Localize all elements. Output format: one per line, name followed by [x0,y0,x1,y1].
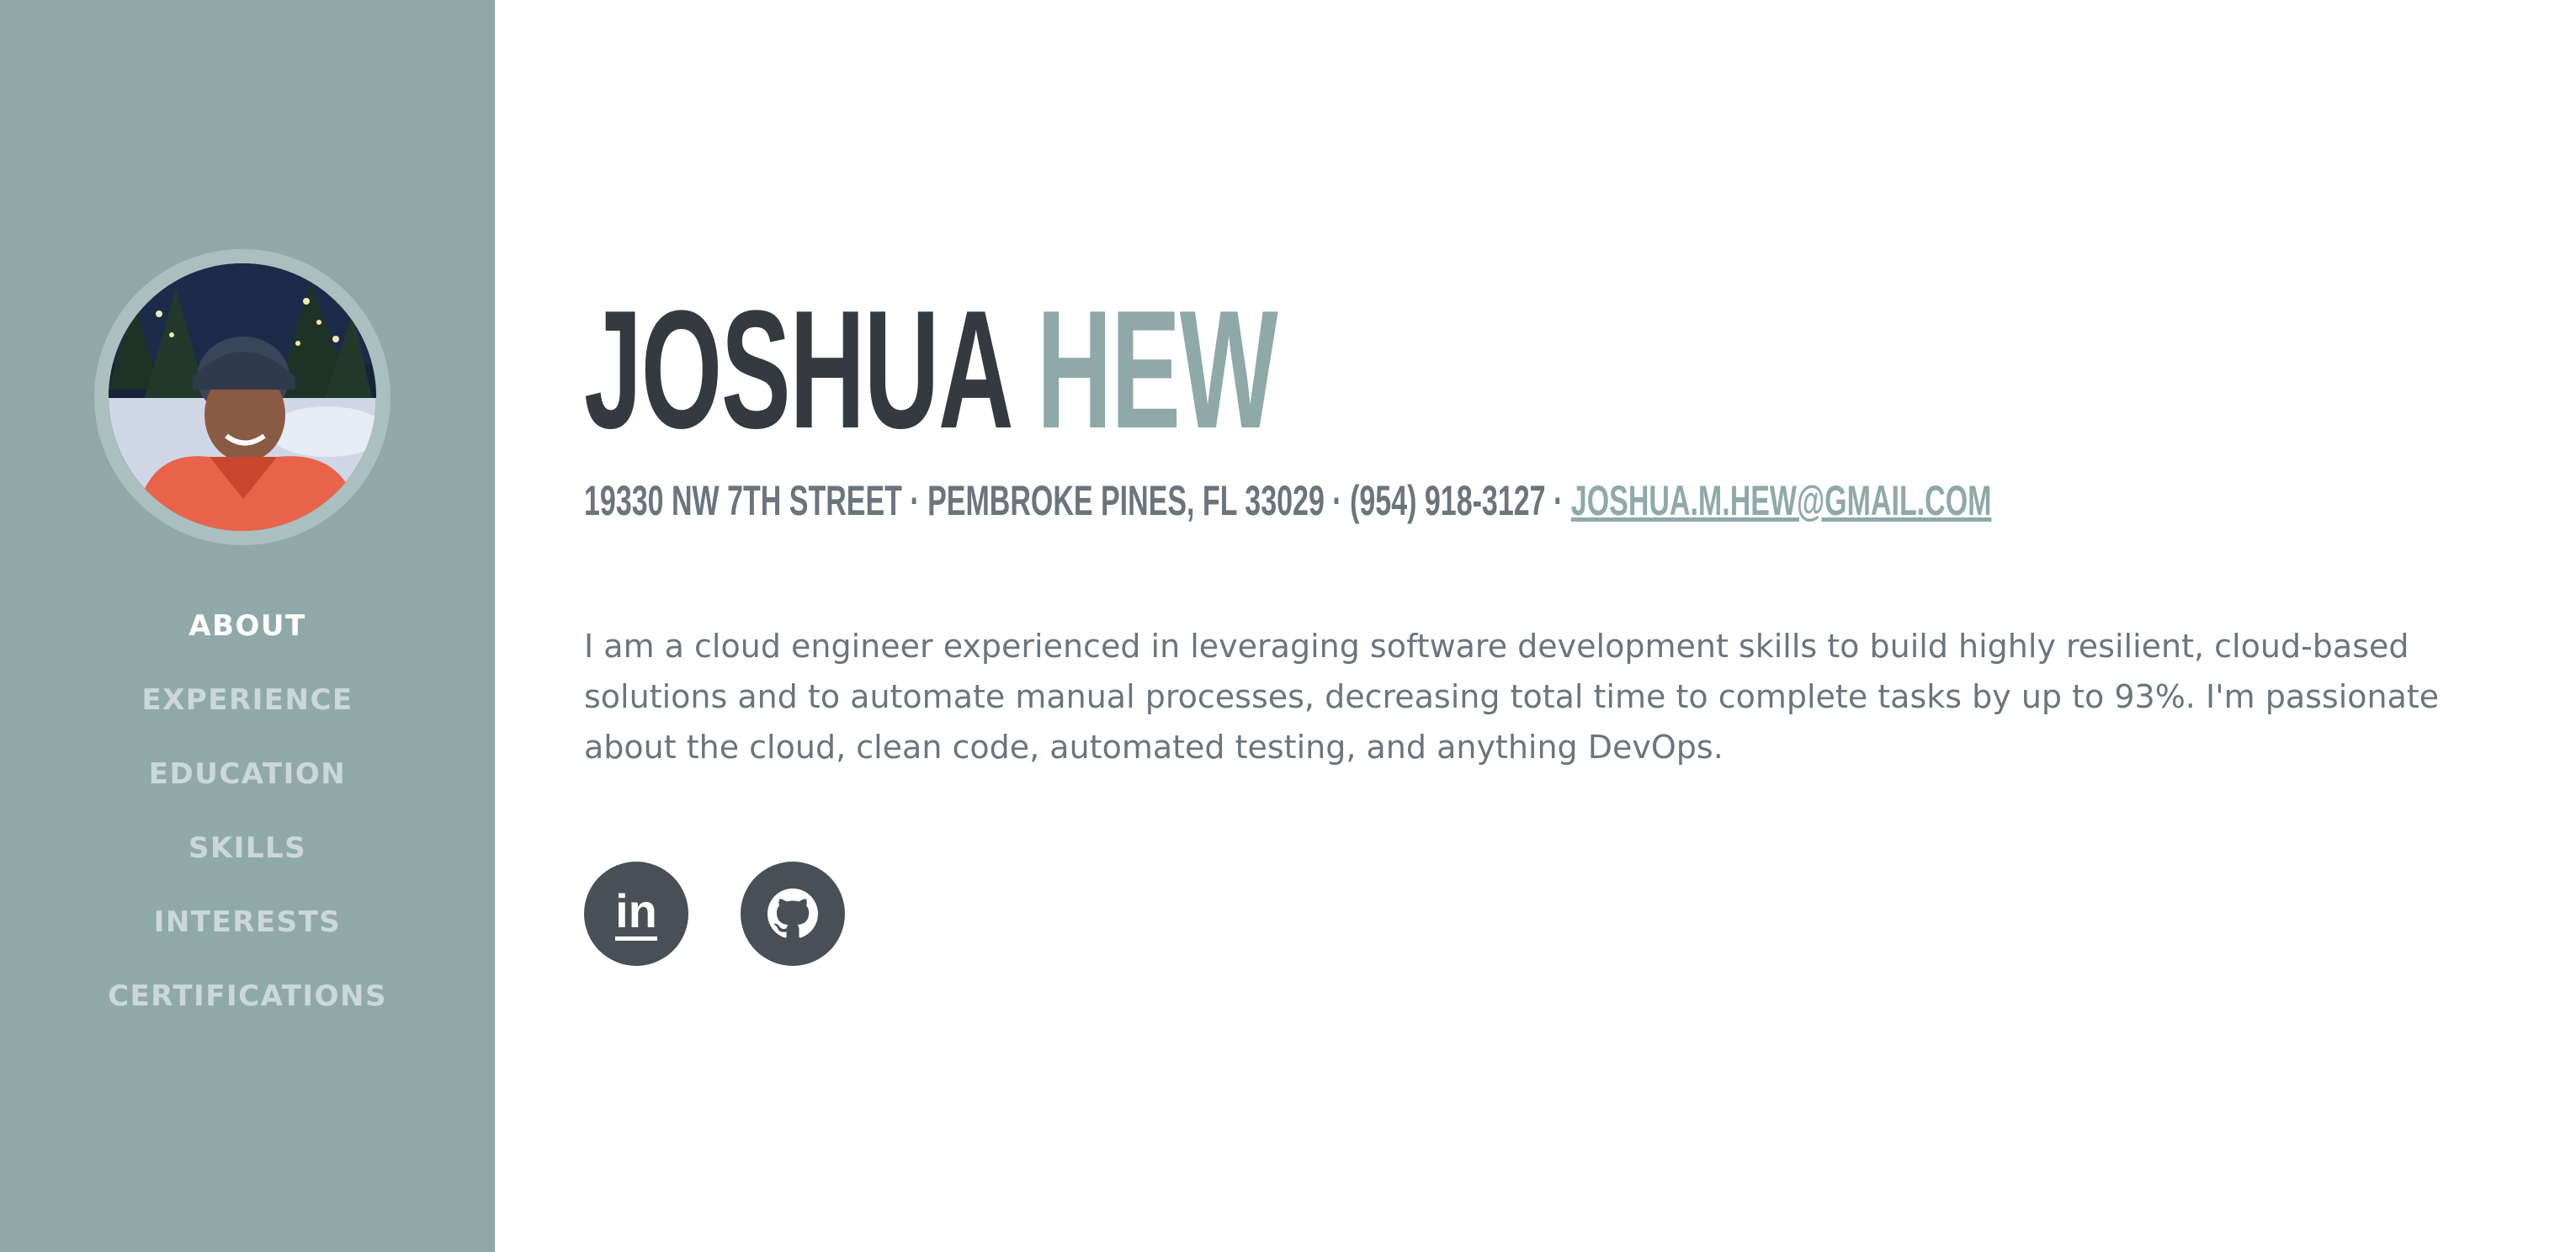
nav-link-about[interactable]: About [189,609,305,643]
first-name: JOSHUA [584,276,1010,464]
nav-link-interests[interactable]: Interests [154,905,342,939]
about-section: JOSHUA HEW 19330 NW 7th Street · Pembrok… [584,0,2520,1252]
page-title: JOSHUA HEW [584,286,1278,454]
last-name: HEW [1036,276,1278,464]
nav-link-experience[interactable]: Experience [141,683,353,717]
social-icons: in [584,862,845,966]
nav-item-experience: Experience [0,663,495,737]
nav-link-skills[interactable]: Skills [189,831,306,865]
avatar[interactable] [109,263,376,531]
avatar-ring [94,249,390,545]
nav-item-interests: Interests [0,885,495,959]
avatar-photo [109,263,376,531]
nav-link-education[interactable]: Education [149,757,346,791]
nav-item-education: Education [0,737,495,811]
github-button[interactable] [741,862,845,966]
address-text: 19330 NW 7th Street · Pembroke Pines, FL… [584,477,1571,524]
linkedin-icon: in [615,887,657,941]
nav-link-certifications[interactable]: Certifications [108,979,387,1013]
nav-item-about: About [0,589,495,663]
email-link[interactable]: joshua.m.hew@gmail.com [1571,477,1992,524]
nav-item-skills: Skills [0,811,495,885]
sidebar-nav: About Experience Education Skills Intere… [0,589,495,1033]
sidebar: About Experience Education Skills Intere… [0,0,495,1252]
contact-line: 19330 NW 7th Street · Pembroke Pines, FL… [584,471,1991,530]
github-icon [767,889,818,938]
bio-text: I am a cloud engineer experienced in lev… [584,628,2440,766]
nav-item-certifications: Certifications [0,959,495,1033]
linkedin-button[interactable]: in [584,862,688,966]
